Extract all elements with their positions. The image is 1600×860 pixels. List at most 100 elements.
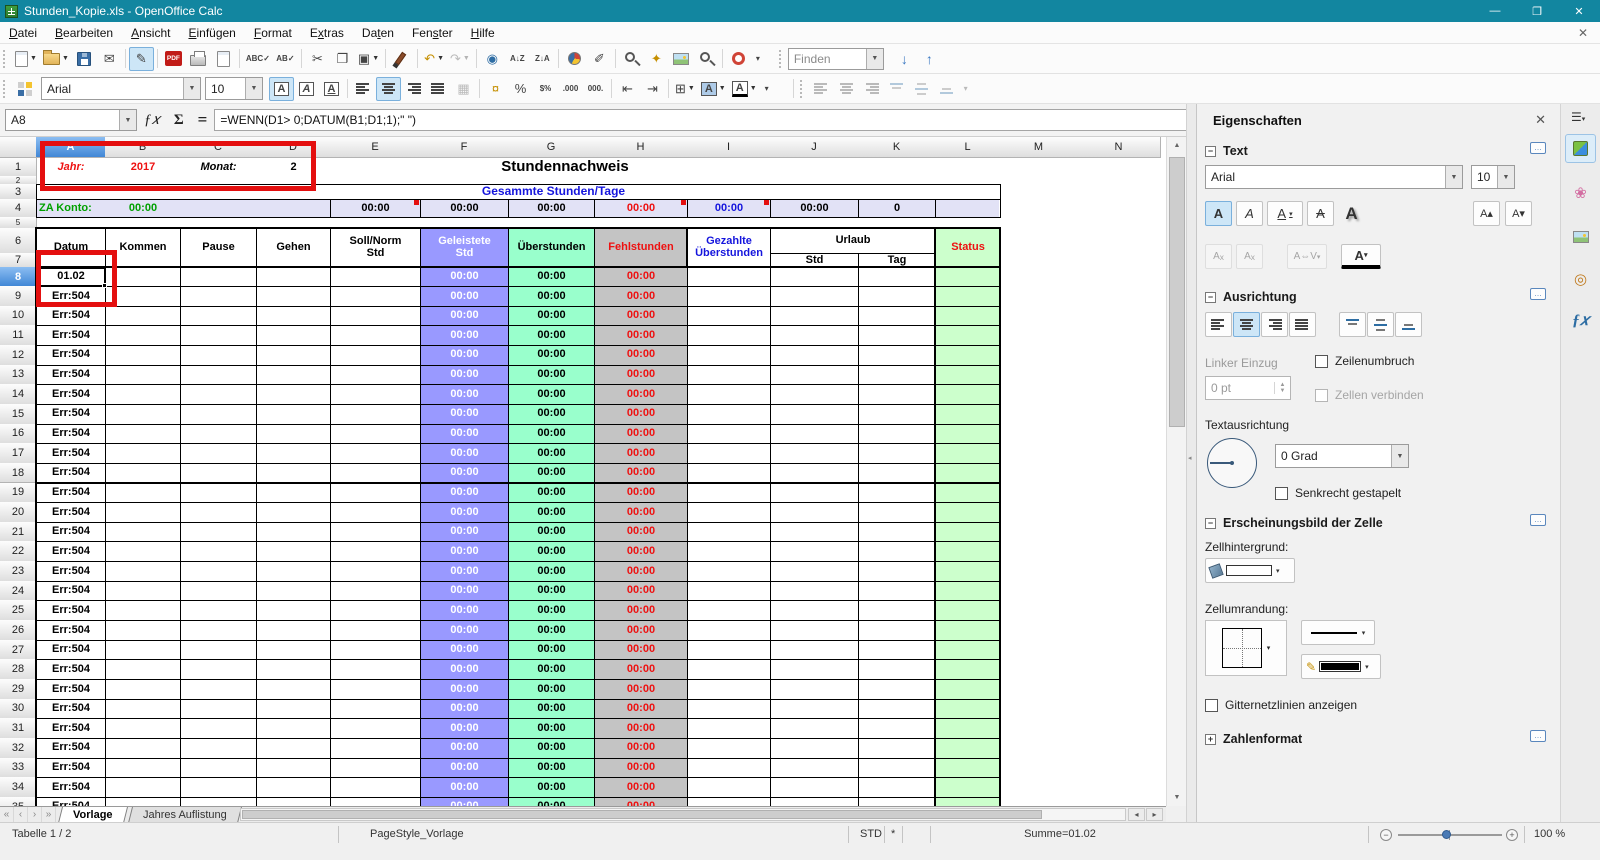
- cell-A19[interactable]: Err:504: [36, 482, 106, 504]
- cell-G10[interactable]: 00:00: [508, 305, 595, 327]
- name-box-dropdown-icon[interactable]: ▼: [119, 110, 136, 130]
- cell-L14[interactable]: [935, 384, 1001, 405]
- cell-D29[interactable]: [256, 679, 331, 700]
- cell-K32[interactable]: [858, 737, 936, 759]
- italic-button[interactable]: A: [294, 77, 319, 101]
- sidebar-shadow-button[interactable]: A: [1338, 201, 1365, 226]
- sheet-tab-vorlage[interactable]: Vorlage: [58, 807, 128, 823]
- cell-H9[interactable]: 00:00: [594, 286, 688, 307]
- row-header-24[interactable]: 24: [0, 580, 37, 602]
- menu-extras[interactable]: Extras: [301, 24, 353, 42]
- sb-align-justified-button[interactable]: [1289, 312, 1316, 337]
- background-color-dropdown-icon[interactable]: ▼: [719, 85, 726, 92]
- sidebar-strikethrough-button[interactable]: A: [1307, 201, 1334, 226]
- new-document-dropdown-icon[interactable]: ▼: [30, 55, 37, 62]
- section-alignment[interactable]: − Ausrichtung: [1205, 290, 1297, 304]
- wrap-text-checkbox[interactable]: Zeilenumbruch: [1315, 354, 1414, 368]
- cell-B8[interactable]: [105, 267, 181, 287]
- cell-L10[interactable]: [935, 305, 1001, 327]
- sidebar-close-icon[interactable]: ✕: [1535, 112, 1546, 128]
- cell-A27[interactable]: Err:504: [36, 639, 106, 661]
- redo-button[interactable]: ↷ ▼: [447, 47, 473, 71]
- cell-K27[interactable]: [858, 639, 936, 661]
- cell-A30[interactable]: Err:504: [36, 698, 106, 720]
- minimize-button[interactable]: —: [1474, 0, 1516, 22]
- sb-align-top-button[interactable]: [1339, 312, 1366, 337]
- help-button[interactable]: [726, 47, 751, 71]
- cell-L31[interactable]: [935, 718, 1001, 739]
- align-justified-button[interactable]: [426, 77, 451, 101]
- cell-E23[interactable]: [330, 561, 421, 582]
- cell-A20[interactable]: Err:504: [36, 502, 106, 523]
- formula-input[interactable]: =WENN(D1> 0;DATUM(B1;D1;1);" "): [214, 109, 1188, 131]
- formula-icon[interactable]: =: [198, 110, 208, 130]
- close-button[interactable]: ✕: [1558, 0, 1600, 22]
- cell-F14[interactable]: 00:00: [420, 384, 509, 405]
- sidebar-font-color-button[interactable]: A ▾: [1341, 244, 1381, 269]
- cell-H4[interactable]: 00:00: [594, 199, 688, 218]
- cell-A17[interactable]: Err:504: [36, 443, 106, 464]
- cell-E29[interactable]: [330, 679, 421, 700]
- sb-center-vertically-button[interactable]: [1367, 312, 1394, 337]
- cell-E31[interactable]: [330, 718, 421, 739]
- cell-D14[interactable]: [256, 384, 331, 405]
- cell-D20[interactable]: [256, 502, 331, 523]
- zoom-button[interactable]: [694, 47, 719, 71]
- section-number-format[interactable]: + Zahlenformat: [1205, 732, 1302, 746]
- cell-D8[interactable]: [256, 267, 331, 287]
- cell-L26[interactable]: [935, 620, 1001, 641]
- cell-H34[interactable]: 00:00: [594, 777, 688, 798]
- cell-D33[interactable]: [256, 757, 331, 779]
- menu-ansicht[interactable]: Ansicht: [122, 24, 179, 42]
- cell-K10[interactable]: [858, 305, 936, 327]
- cell-I6[interactable]: Gezahlte Überstunden: [687, 228, 771, 268]
- previous-sheet-button[interactable]: ‹: [14, 807, 28, 822]
- cell-K22[interactable]: [858, 541, 936, 563]
- row-header-19[interactable]: 19: [0, 482, 37, 504]
- cell-I21[interactable]: [687, 521, 771, 543]
- cell-H13[interactable]: 00:00: [594, 364, 688, 386]
- cell-E9[interactable]: [330, 286, 421, 307]
- cell-J33[interactable]: [770, 757, 859, 779]
- cell-D13[interactable]: [256, 364, 331, 386]
- section-cell-appearance[interactable]: − Erscheinungsbild der Zelle: [1205, 516, 1383, 530]
- find-dropdown-icon[interactable]: ▼: [865, 48, 883, 69]
- cell-F18[interactable]: 00:00: [420, 462, 509, 484]
- undo-dropdown-icon[interactable]: ▼: [437, 55, 444, 62]
- sidebar-underline-button[interactable]: A ▾: [1267, 201, 1303, 226]
- cell-K34[interactable]: [858, 777, 936, 798]
- redo-dropdown-icon[interactable]: ▼: [463, 55, 470, 62]
- center-vertically-button[interactable]: [909, 77, 934, 101]
- cell-H28[interactable]: 00:00: [594, 659, 688, 680]
- cell-K12[interactable]: [858, 344, 936, 366]
- cell-G6[interactable]: Überstunden: [508, 228, 595, 268]
- column-header-A[interactable]: A: [36, 137, 106, 158]
- cell-C32[interactable]: [180, 737, 257, 759]
- column-header-M[interactable]: M: [1000, 137, 1078, 158]
- cell-H25[interactable]: 00:00: [594, 600, 688, 622]
- appearance-more-options-icon[interactable]: …: [1530, 514, 1546, 526]
- cell-I28[interactable]: [687, 659, 771, 680]
- cell-L15[interactable]: [935, 403, 1001, 425]
- cell-B30[interactable]: [105, 698, 181, 720]
- cell-H10[interactable]: 00:00: [594, 305, 688, 327]
- increase-font-button[interactable]: A▴: [1473, 201, 1500, 226]
- cell-C1[interactable]: Monat:: [180, 158, 257, 177]
- cell-H30[interactable]: 00:00: [594, 698, 688, 720]
- cell-C16[interactable]: [180, 423, 257, 445]
- cell-G33[interactable]: 00:00: [508, 757, 595, 779]
- cell-E15[interactable]: [330, 403, 421, 425]
- cell-K4[interactable]: 0: [858, 199, 936, 218]
- cell-J29[interactable]: [770, 679, 859, 700]
- align-left-button[interactable]: [351, 77, 376, 101]
- row-header-7[interactable]: 7: [0, 253, 37, 268]
- cell-G16[interactable]: 00:00: [508, 423, 595, 445]
- open-button[interactable]: ▼: [40, 47, 72, 71]
- row-header-32[interactable]: 32: [0, 737, 37, 759]
- menu-daten[interactable]: Daten: [353, 24, 403, 42]
- menu-einfügen[interactable]: Einfügen: [179, 24, 244, 42]
- sb-align-right-button[interactable]: [1261, 312, 1288, 337]
- cell-B13[interactable]: [105, 364, 181, 386]
- next-sheet-button[interactable]: ›: [28, 807, 42, 822]
- cell-K29[interactable]: [858, 679, 936, 700]
